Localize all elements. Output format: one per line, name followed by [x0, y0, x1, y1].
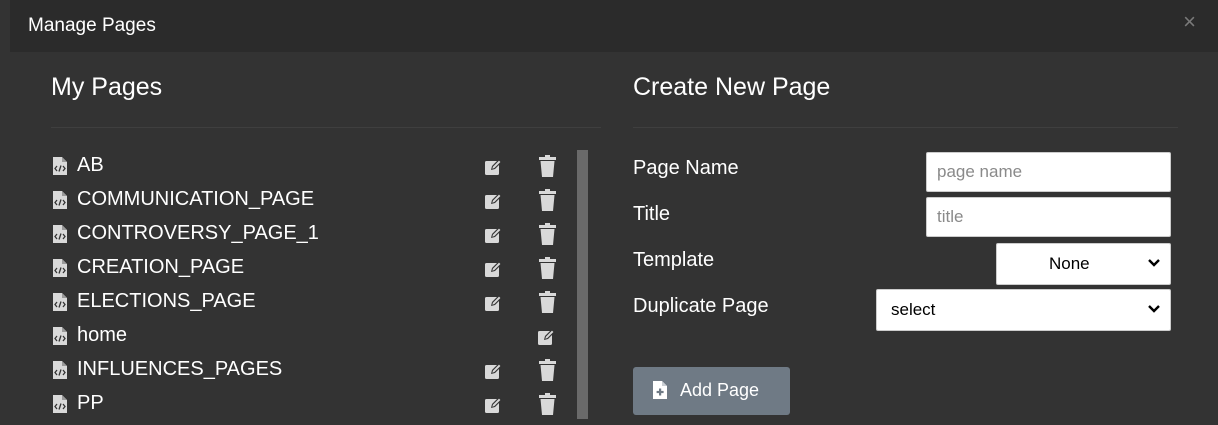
- duplicate-page-select[interactable]: select: [876, 289, 1171, 331]
- file-plus-icon: [653, 381, 667, 399]
- title-label: Title: [633, 203, 671, 225]
- trash-icon[interactable]: [539, 393, 556, 415]
- file-code-icon: [53, 259, 67, 277]
- page-list-item[interactable]: CONTROVERSY_PAGE_1: [53, 221, 573, 255]
- add-page-label: Add Page: [680, 380, 760, 400]
- page-name-input[interactable]: [926, 152, 1171, 192]
- trash-icon[interactable]: [539, 155, 556, 177]
- page-list-item[interactable]: ELECTIONS_PAGE: [53, 289, 573, 323]
- file-code-icon: [53, 191, 67, 209]
- file-code-icon: [53, 361, 67, 379]
- file-code-icon: [53, 157, 67, 175]
- file-code-icon: [53, 327, 67, 345]
- page-list: AB COMMUNICATION_PAGE CONTROVERSY_PAGE_1 CR…: [53, 153, 573, 425]
- my-pages-heading: My Pages: [51, 73, 163, 101]
- add-page-button[interactable]: Add Page: [633, 367, 790, 415]
- edit-icon[interactable]: [484, 225, 504, 245]
- page-list-item[interactable]: CREATION_PAGE: [53, 255, 573, 289]
- duplicate-selected-value: select: [891, 300, 936, 319]
- page-list-item[interactable]: home: [53, 323, 573, 357]
- page-name-text: home: [77, 324, 128, 346]
- trash-icon[interactable]: [539, 223, 556, 245]
- page-list-item[interactable]: INFLUENCES_PAGES: [53, 357, 573, 391]
- modal-title: Manage Pages: [28, 15, 156, 36]
- page-name-text: AB: [77, 154, 104, 176]
- create-page-heading: Create New Page: [633, 73, 831, 101]
- template-select[interactable]: None: [996, 243, 1171, 285]
- edit-icon[interactable]: [484, 191, 504, 211]
- file-code-icon: [53, 225, 67, 243]
- page-name-text: COMMUNICATION_PAGE: [77, 188, 315, 210]
- trash-icon[interactable]: [539, 257, 556, 279]
- page-name-text: CONTROVERSY_PAGE_1: [77, 222, 319, 244]
- title-input[interactable]: [926, 197, 1171, 237]
- modal-header: Manage Pages ×: [10, 0, 1218, 52]
- template-selected-value: None: [1049, 254, 1090, 273]
- page-name-label: Page Name: [633, 157, 739, 179]
- edit-icon[interactable]: [537, 327, 557, 347]
- page-list-item[interactable]: PP: [53, 391, 573, 425]
- manage-pages-modal: Manage Pages × My Pages Create New Page …: [0, 0, 1218, 419]
- page-name-text: PP: [77, 392, 104, 414]
- template-label: Template: [633, 249, 715, 271]
- edit-icon[interactable]: [484, 361, 504, 381]
- create-page-divider: [633, 127, 1178, 128]
- edit-icon[interactable]: [484, 259, 504, 279]
- file-code-icon: [53, 395, 67, 413]
- trash-icon[interactable]: [539, 359, 556, 381]
- my-pages-divider: [51, 127, 601, 128]
- page-name-text: INFLUENCES_PAGES: [77, 358, 283, 380]
- trash-icon[interactable]: [539, 291, 556, 313]
- page-list-item[interactable]: AB: [53, 153, 573, 187]
- page-name-text: CREATION_PAGE: [77, 256, 245, 278]
- close-icon[interactable]: ×: [1183, 11, 1196, 33]
- page-list-item[interactable]: COMMUNICATION_PAGE: [53, 187, 573, 221]
- trash-icon[interactable]: [539, 189, 556, 211]
- chevron-down-icon: [1148, 305, 1160, 313]
- file-code-icon: [53, 293, 67, 311]
- edit-icon[interactable]: [484, 157, 504, 177]
- duplicate-page-label: Duplicate Page: [633, 295, 769, 317]
- edit-icon[interactable]: [484, 395, 504, 415]
- chevron-down-icon: [1148, 259, 1160, 267]
- page-list-scrollbar[interactable]: [577, 150, 588, 419]
- edit-icon[interactable]: [484, 293, 504, 313]
- page-name-text: ELECTIONS_PAGE: [77, 290, 256, 312]
